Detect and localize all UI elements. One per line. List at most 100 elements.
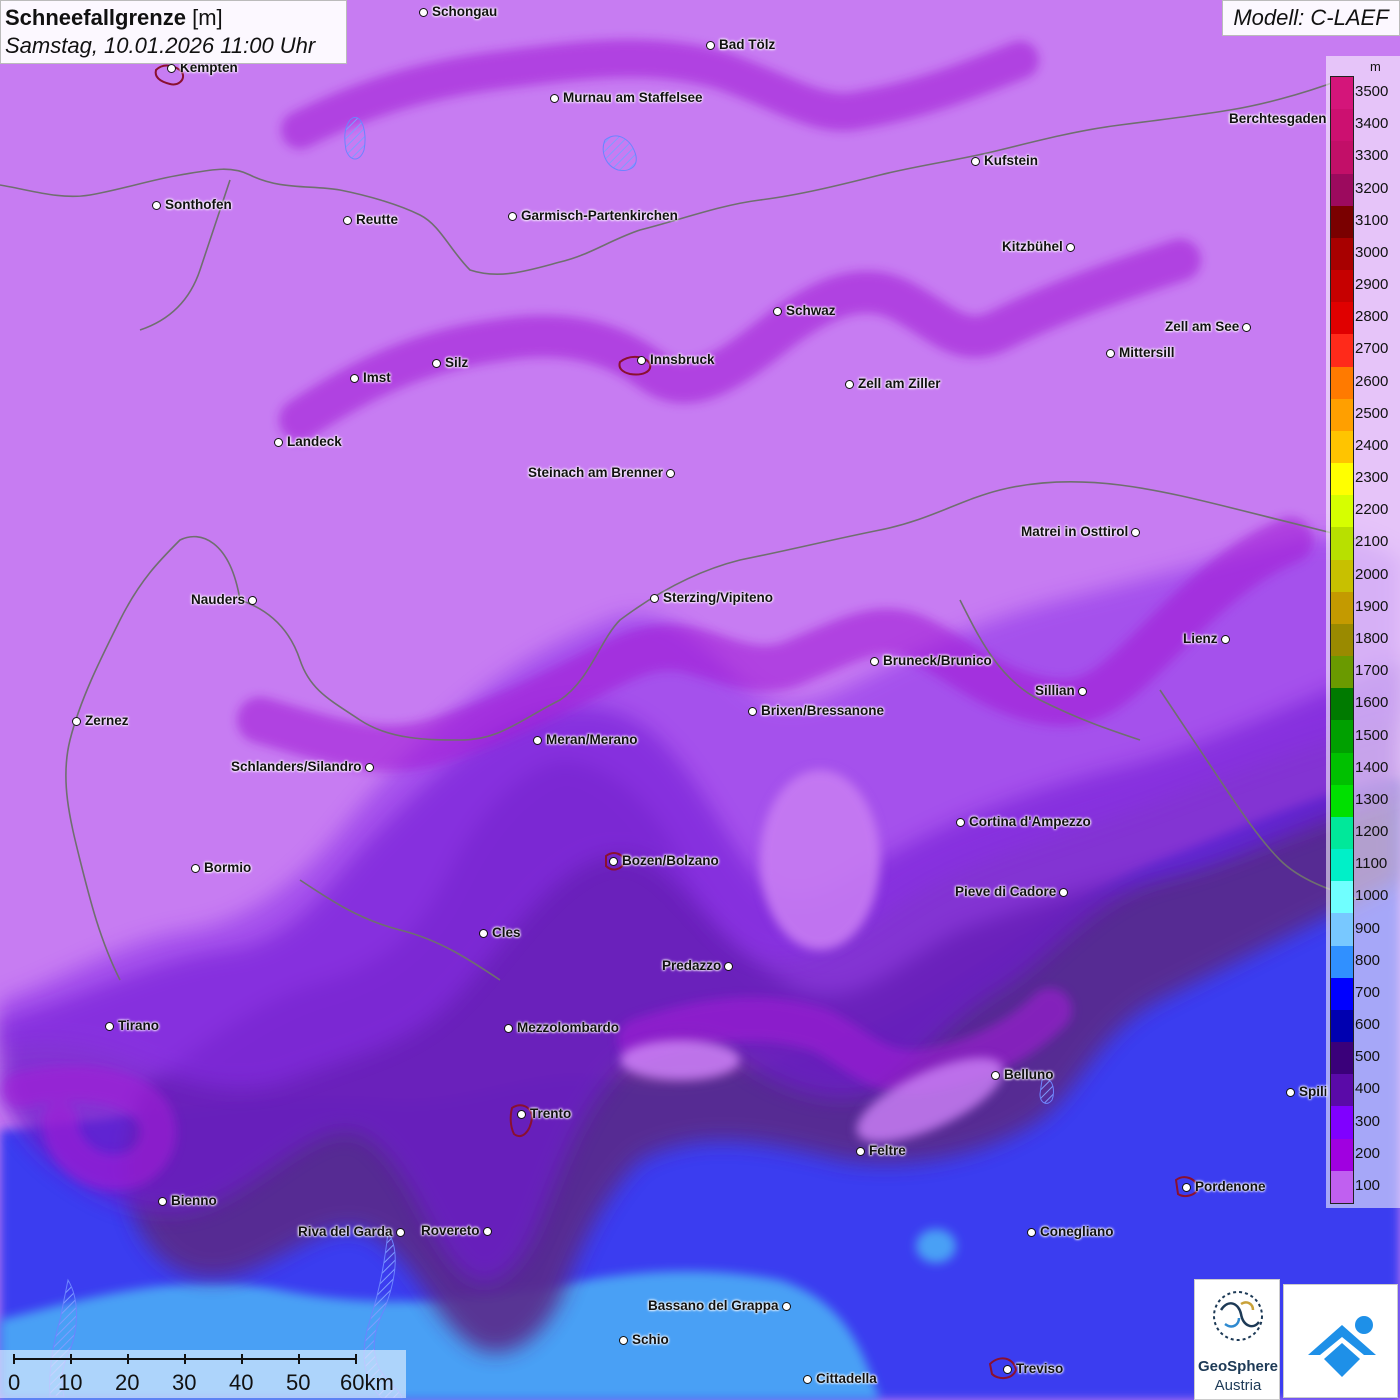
legend-label: 2500 — [1355, 404, 1389, 422]
city-marker[interactable] — [748, 707, 757, 716]
city-marker[interactable] — [191, 864, 200, 873]
legend-label: 2700 — [1355, 340, 1389, 358]
scale-bar: 0 10 20 30 40 50 60km — [0, 1350, 406, 1398]
scale-tick-label: 40 — [229, 1370, 254, 1395]
legend-swatch — [1331, 688, 1353, 721]
legend-label: 3000 — [1355, 243, 1389, 261]
city-marker[interactable] — [637, 356, 646, 365]
forecast-datetime: Samstag, 10.01.2026 11:00 Uhr — [5, 33, 316, 58]
legend-label: 2800 — [1355, 308, 1389, 326]
city-label: Mittersill — [1119, 345, 1175, 360]
legend-swatch — [1331, 205, 1353, 239]
city-marker[interactable] — [1059, 888, 1068, 897]
city-marker[interactable] — [609, 857, 618, 866]
legend-swatch — [1331, 591, 1353, 625]
city-marker[interactable] — [1078, 687, 1087, 696]
city-marker[interactable] — [508, 212, 517, 221]
city-label: Steinach am Brenner — [528, 465, 664, 480]
legend-swatch — [1331, 881, 1353, 914]
city-marker[interactable] — [479, 929, 488, 938]
city-marker[interactable] — [350, 374, 359, 383]
city-marker[interactable] — [533, 736, 542, 745]
city-label: Mezzolombardo — [517, 1020, 620, 1035]
city-marker[interactable] — [1106, 349, 1115, 358]
city-marker[interactable] — [158, 1197, 167, 1206]
scale-tick-label: 60km — [340, 1370, 394, 1395]
legend-label: 2300 — [1355, 469, 1389, 487]
city-label: Kitzbühel — [1002, 239, 1063, 254]
city-marker[interactable] — [782, 1302, 791, 1311]
city-marker[interactable] — [1066, 243, 1075, 252]
city-marker[interactable] — [803, 1375, 812, 1384]
city-marker[interactable] — [971, 157, 980, 166]
legend-label: 3400 — [1355, 115, 1389, 133]
weather-app-logo[interactable] — [1283, 1284, 1398, 1398]
city-label: Schlanders/Silandro — [231, 759, 362, 774]
title-text: Schneefallgrenze — [5, 5, 186, 30]
city-marker[interactable] — [870, 657, 879, 666]
city-marker[interactable] — [666, 469, 675, 478]
legend-label: 1100 — [1355, 855, 1388, 873]
scale-tick-label: 30 — [172, 1370, 197, 1395]
city-marker[interactable] — [517, 1110, 526, 1119]
city-marker[interactable] — [105, 1022, 114, 1031]
scale-tick-label: 10 — [58, 1370, 83, 1395]
city-marker[interactable] — [773, 307, 782, 316]
legend-label: 600 — [1355, 1016, 1381, 1034]
city-marker[interactable] — [956, 818, 965, 827]
legend-label: 2100 — [1355, 533, 1389, 551]
city-marker[interactable] — [706, 41, 715, 50]
city-marker[interactable] — [343, 216, 352, 225]
city-marker[interactable] — [1131, 528, 1140, 537]
city-marker[interactable] — [248, 596, 257, 605]
legend-label: 300 — [1355, 1112, 1381, 1130]
city-marker[interactable] — [1286, 1088, 1295, 1097]
legend-swatch — [1331, 945, 1353, 979]
city-label: Innsbruck — [650, 352, 715, 367]
city-marker[interactable] — [365, 763, 374, 772]
city-marker[interactable] — [1027, 1228, 1036, 1237]
legend-swatch — [1331, 334, 1353, 368]
city-marker[interactable] — [991, 1071, 1000, 1080]
city-label: Schongau — [432, 4, 498, 19]
city-marker[interactable] — [1003, 1365, 1012, 1374]
city-marker[interactable] — [419, 8, 428, 17]
legend-swatch — [1331, 816, 1353, 850]
city-label: Lienz — [1183, 631, 1218, 646]
legend-swatch — [1331, 656, 1353, 689]
legend-swatch — [1331, 559, 1353, 593]
city-marker[interactable] — [550, 94, 559, 103]
legend-unit: m — [1370, 59, 1381, 74]
city-marker[interactable] — [1182, 1183, 1191, 1192]
city-marker[interactable] — [845, 380, 854, 389]
city-marker[interactable] — [152, 201, 161, 210]
city-marker[interactable] — [396, 1228, 405, 1237]
city-marker[interactable] — [72, 717, 81, 726]
scale-tick-label: 0 — [8, 1370, 21, 1395]
legend-label: 500 — [1355, 1048, 1381, 1066]
city-marker[interactable] — [619, 1336, 628, 1345]
city-label: Predazzo — [662, 958, 722, 973]
city-label: Tirano — [118, 1018, 160, 1033]
legend-swatch — [1331, 527, 1353, 561]
legend-swatch — [1331, 366, 1353, 400]
city-marker[interactable] — [650, 594, 659, 603]
legend-swatch — [1331, 173, 1353, 207]
city-marker[interactable] — [856, 1147, 865, 1156]
legend-label: 1700 — [1355, 662, 1389, 680]
city-marker[interactable] — [724, 962, 733, 971]
color-legend: m 3500 3400 3300 3200 3100 3000 2900 2800 2700 26… — [1326, 56, 1400, 1208]
geosphere-logo-name: GeoSphere — [1197, 1358, 1279, 1375]
city-marker[interactable] — [483, 1227, 492, 1236]
legend-swatch — [1331, 1106, 1353, 1140]
legend-label: 2400 — [1355, 436, 1389, 454]
city-marker[interactable] — [504, 1024, 513, 1033]
geosphere-logo[interactable]: GeoSphere Austria — [1194, 1279, 1280, 1400]
city-marker[interactable] — [167, 64, 176, 73]
city-marker[interactable] — [1221, 635, 1230, 644]
city-marker[interactable] — [432, 359, 441, 368]
city-marker[interactable] — [1242, 323, 1251, 332]
city-label: Bad Tölz — [719, 37, 776, 52]
city-label: Zernez — [85, 713, 129, 728]
city-marker[interactable] — [274, 438, 283, 447]
